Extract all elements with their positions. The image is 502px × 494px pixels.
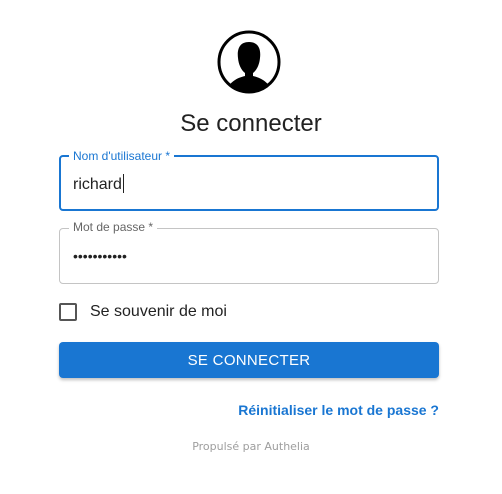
text-caret	[122, 174, 124, 193]
user-avatar-icon	[217, 30, 281, 94]
username-value: richard	[73, 176, 122, 193]
remember-me-label: Se souvenir de moi	[90, 303, 227, 320]
password-label: Mot de passe *	[69, 220, 158, 234]
checkbox-unchecked-icon[interactable]	[59, 303, 77, 321]
username-input[interactable]: richard	[73, 174, 124, 194]
password-input[interactable]: •••••••••••	[73, 248, 127, 264]
page-title: Se connecter	[180, 110, 322, 137]
remember-me-checkbox[interactable]: Se souvenir de moi	[59, 303, 227, 321]
username-label: Nom d'utilisateur *	[69, 149, 174, 163]
username-field[interactable]: Nom d'utilisateur * richard	[59, 149, 439, 211]
password-field[interactable]: Mot de passe * •••••••••••	[59, 220, 439, 284]
powered-by-footer: Propulsé par Authelia	[192, 440, 310, 453]
reset-password-link[interactable]: Réinitialiser le mot de passe ?	[238, 402, 439, 418]
sign-in-button[interactable]: SE CONNECTER	[59, 342, 439, 378]
